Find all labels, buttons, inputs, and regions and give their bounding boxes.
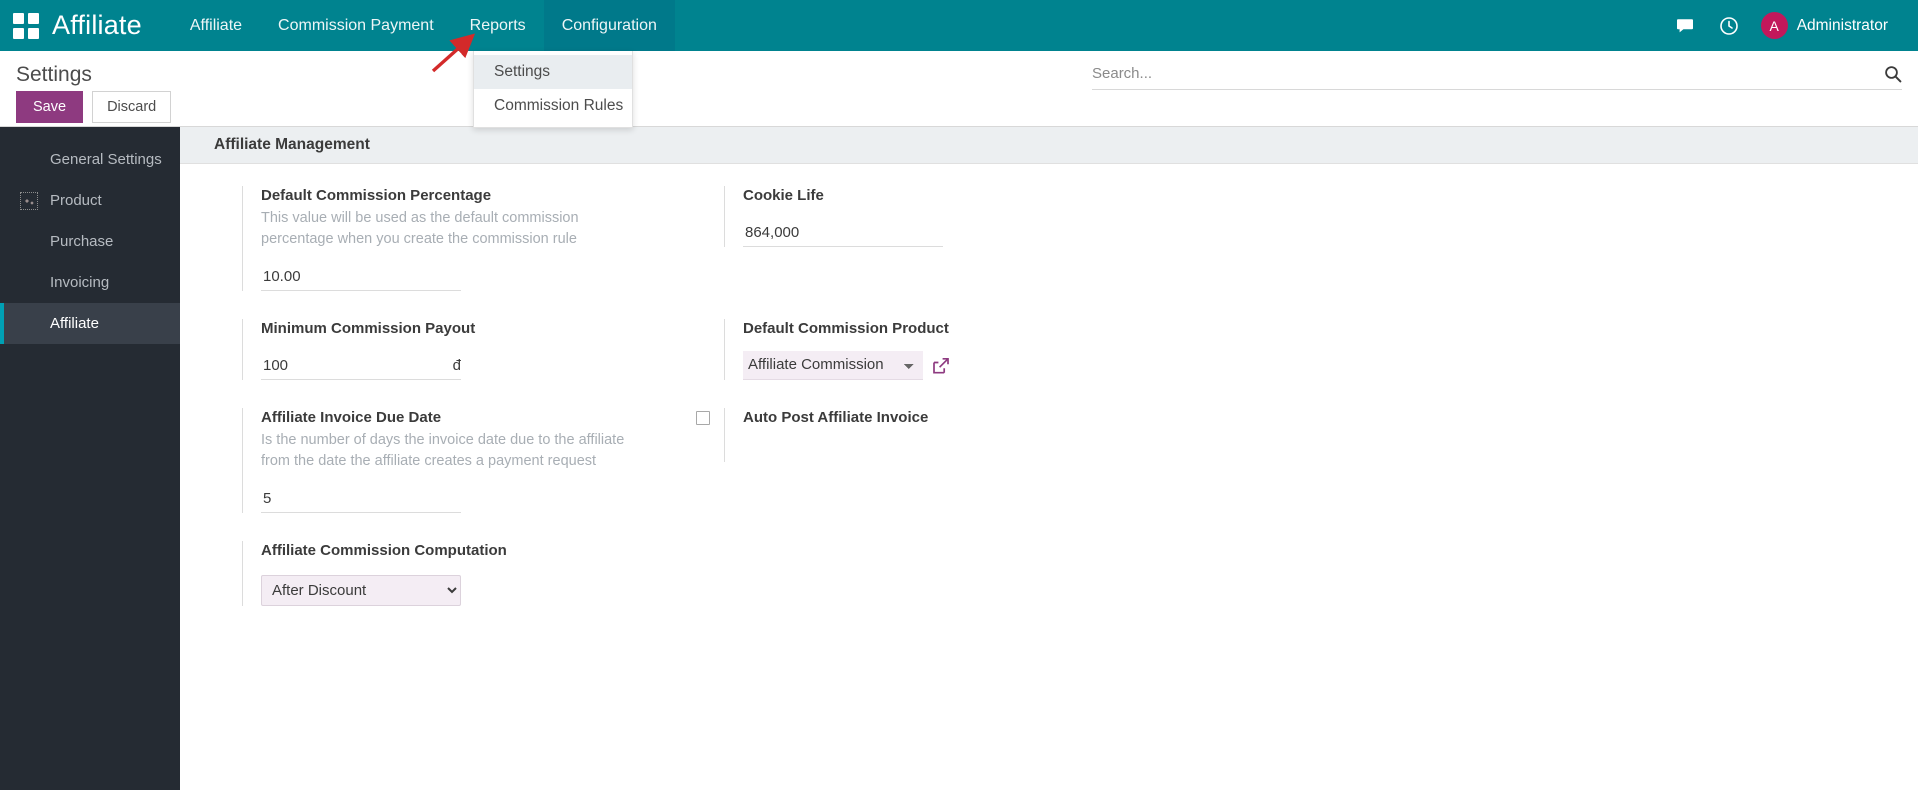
sidebar-item-product[interactable]: Product bbox=[0, 180, 180, 221]
default-commission-percentage-input[interactable] bbox=[261, 264, 461, 291]
settings-grid: Default Commission Percentage This value… bbox=[180, 164, 1180, 634]
currency-suffix-label: đ bbox=[443, 353, 461, 380]
setting-label: Default Commission Product bbox=[743, 320, 949, 337]
setting-inner: Cookie Life bbox=[724, 186, 1124, 247]
sidebar-item-label: Affiliate bbox=[50, 315, 99, 332]
control-panel: Settings Save Discard bbox=[0, 51, 1918, 127]
broken-image-icon bbox=[18, 190, 40, 212]
save-button[interactable]: Save bbox=[16, 91, 84, 123]
clock-icon bbox=[1719, 16, 1738, 35]
setting-label: Default Commission Percentage bbox=[261, 187, 492, 204]
affiliate-invoice-due-date-input[interactable] bbox=[261, 486, 461, 513]
checkbox-column bbox=[662, 408, 724, 425]
control-panel-buttons: Save Discard bbox=[16, 91, 1902, 123]
setting-help-text: Is the number of days the invoice date d… bbox=[261, 432, 625, 469]
setting-label: Cookie Life bbox=[743, 187, 824, 204]
setting-inner: Auto Post Affiliate Invoice bbox=[724, 408, 1124, 462]
field-row bbox=[743, 220, 1124, 247]
minimum-commission-payout-input[interactable] bbox=[261, 353, 461, 380]
settings-content: Affiliate Management Default Commission … bbox=[180, 127, 1918, 790]
dropdown-item-commission-rules[interactable]: Commission Rules bbox=[474, 89, 632, 123]
setting-label: Affiliate Commission Computation bbox=[261, 542, 507, 559]
setting-default-commission-product: Default Commission Product Affiliate Com… bbox=[662, 319, 1144, 392]
field-row bbox=[261, 486, 642, 513]
app-brand-title[interactable]: Affiliate bbox=[52, 0, 172, 51]
user-name-label: Administrator bbox=[1796, 16, 1888, 34]
field-row bbox=[261, 264, 642, 291]
sidebar-item-label: Product bbox=[50, 192, 102, 209]
setting-inner: Minimum Commission Payout đ bbox=[242, 319, 642, 380]
default-commission-product-select[interactable]: Affiliate Commission bbox=[743, 351, 923, 380]
setting-label: Auto Post Affiliate Invoice bbox=[743, 409, 929, 426]
field-row: Affiliate Commission bbox=[743, 351, 1124, 380]
setting-default-commission-percentage: Default Commission Percentage This value… bbox=[180, 186, 662, 303]
setting-auto-post-affiliate-invoice: Auto Post Affiliate Invoice bbox=[662, 408, 1144, 525]
apps-grid-icon bbox=[13, 12, 39, 39]
messages-button[interactable] bbox=[1663, 0, 1707, 51]
cookie-life-input[interactable] bbox=[743, 220, 943, 247]
avatar: A bbox=[1760, 12, 1788, 39]
navbar-menu-reports[interactable]: Reports bbox=[452, 0, 544, 51]
chat-bubble-icon bbox=[1676, 18, 1693, 32]
page-body: General Settings Product Purchase Invoic… bbox=[0, 127, 1918, 790]
sidebar-item-general-settings[interactable]: General Settings bbox=[0, 139, 180, 180]
external-link-icon[interactable] bbox=[931, 356, 951, 376]
activities-button[interactable] bbox=[1707, 0, 1751, 51]
sidebar-item-purchase[interactable]: Purchase bbox=[0, 221, 180, 262]
setting-affiliate-commission-computation: Affiliate Commission Computation After D… bbox=[180, 541, 662, 618]
navbar-menu-commission-payment[interactable]: Commission Payment bbox=[260, 0, 452, 51]
top-navbar: Affiliate Affiliate Commission Payment R… bbox=[0, 0, 1918, 128]
navbar-right-group: A Administrator bbox=[1663, 0, 1918, 51]
auto-post-affiliate-invoice-checkbox[interactable] bbox=[696, 411, 710, 425]
search-area bbox=[1092, 63, 1902, 90]
discard-button[interactable]: Discard bbox=[92, 91, 172, 123]
setting-help-text: This value will be used as the default c… bbox=[261, 210, 579, 247]
navbar-menu-configuration[interactable]: Configuration bbox=[543, 0, 675, 51]
sidebar-item-affiliate[interactable]: Affiliate bbox=[0, 303, 180, 344]
setting-inner: Affiliate Invoice Due Date Is the number… bbox=[242, 408, 642, 513]
setting-affiliate-invoice-due-date: Affiliate Invoice Due Date Is the number… bbox=[180, 408, 662, 525]
section-header-affiliate-management: Affiliate Management bbox=[180, 127, 1918, 164]
apps-menu-toggle[interactable] bbox=[0, 0, 52, 51]
user-menu[interactable]: A Administrator bbox=[1751, 0, 1896, 51]
sidebar-item-invoicing[interactable]: Invoicing bbox=[0, 262, 180, 303]
configuration-dropdown-menu: Settings Commission Rules bbox=[473, 51, 633, 128]
setting-inner: Default Commission Product Affiliate Com… bbox=[724, 319, 1124, 380]
setting-inner: Default Commission Percentage This value… bbox=[242, 186, 642, 291]
sidebar-item-label: Invoicing bbox=[50, 274, 110, 291]
setting-minimum-commission-payout: Minimum Commission Payout đ bbox=[180, 319, 662, 392]
setting-label: Affiliate Invoice Due Date bbox=[261, 409, 442, 426]
field-row: đ bbox=[261, 353, 642, 380]
setting-cookie-life: Cookie Life bbox=[662, 186, 1144, 303]
dropdown-item-settings[interactable]: Settings bbox=[474, 55, 632, 89]
search-icon[interactable] bbox=[1876, 65, 1902, 83]
sidebar-item-label: General Settings bbox=[50, 151, 162, 168]
search-input[interactable] bbox=[1092, 63, 1876, 84]
setting-inner: Affiliate Commission Computation After D… bbox=[242, 541, 642, 606]
navbar-menu-affiliate[interactable]: Affiliate bbox=[172, 0, 260, 51]
settings-sidebar: General Settings Product Purchase Invoic… bbox=[0, 127, 180, 790]
sidebar-item-label: Purchase bbox=[50, 233, 114, 250]
affiliate-commission-computation-select[interactable]: After Discount Before Discount bbox=[261, 575, 461, 606]
setting-label: Minimum Commission Payout bbox=[261, 320, 476, 337]
